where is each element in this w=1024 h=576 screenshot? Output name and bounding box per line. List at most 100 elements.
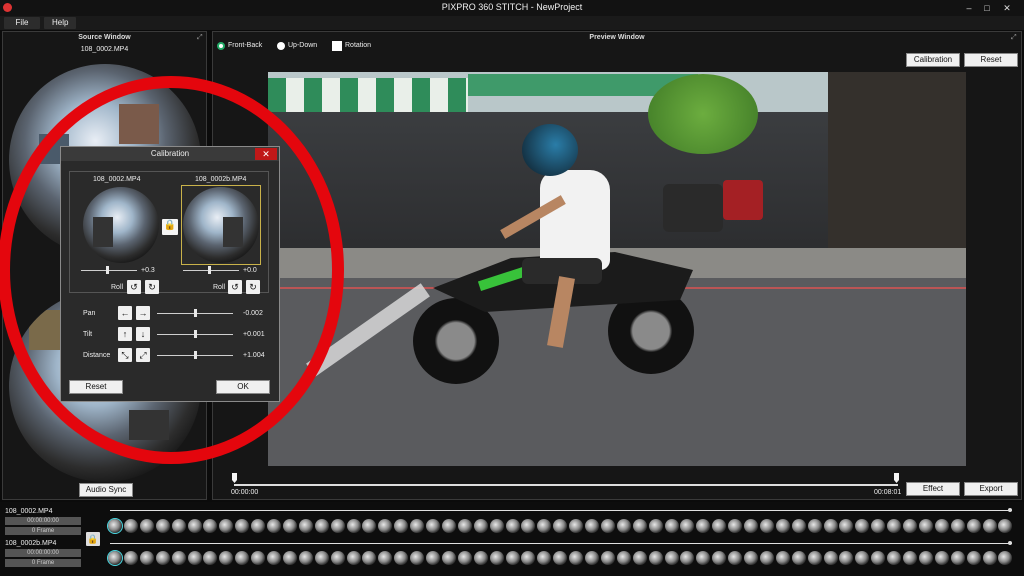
frame-thumbnail[interactable] <box>632 519 647 533</box>
tilt-slider-thumb[interactable] <box>194 330 197 338</box>
right-slider-thumb[interactable] <box>208 266 211 274</box>
frame-thumbnail[interactable] <box>759 551 774 565</box>
frame-thumbnail[interactable] <box>744 519 758 533</box>
frame-thumbnail[interactable] <box>950 519 965 533</box>
calibration-reset-button[interactable]: Reset <box>69 380 123 394</box>
frame-thumbnail[interactable] <box>426 551 440 565</box>
frame-thumbnail[interactable] <box>982 551 997 565</box>
expand-icon[interactable]: ⤢ <box>136 348 150 362</box>
frame-thumbnail[interactable] <box>378 519 393 533</box>
current-frame-thumbnail[interactable] <box>107 518 123 534</box>
frame-thumbnail[interactable] <box>505 551 520 565</box>
rotate-cw-icon[interactable]: ↻ <box>246 280 260 294</box>
frame-thumbnail[interactable] <box>775 551 790 565</box>
frame-thumbnail[interactable] <box>600 519 615 533</box>
frame-thumbnail[interactable] <box>537 551 552 565</box>
frame-thumbnail[interactable] <box>966 551 981 565</box>
frame-thumbnail[interactable] <box>632 551 647 565</box>
frame-thumbnail[interactable] <box>934 551 949 565</box>
frame-thumbnail[interactable] <box>966 519 981 533</box>
frame-thumbnail[interactable] <box>378 551 393 565</box>
frame-thumbnail[interactable] <box>394 519 409 533</box>
frame-thumbnail[interactable] <box>569 519 584 533</box>
expand-icon[interactable]: ⤢ <box>1011 34 1017 42</box>
frame-thumbnail[interactable] <box>680 519 695 533</box>
frame-thumbnail[interactable] <box>298 551 313 565</box>
frame-thumbnail[interactable] <box>871 551 886 565</box>
frame-thumbnail[interactable] <box>282 519 297 533</box>
frame-thumbnail[interactable] <box>171 519 186 533</box>
rotate-cw-icon[interactable]: ↻ <box>145 280 159 294</box>
track2-thumbnails[interactable] <box>107 550 1019 568</box>
frame-thumbnail[interactable] <box>346 551 361 565</box>
frame-thumbnail[interactable] <box>759 519 774 533</box>
frame-thumbnail[interactable] <box>457 519 472 533</box>
arrow-down-icon[interactable]: ↓ <box>136 327 150 341</box>
lock-icon[interactable]: 🔒 <box>162 219 178 235</box>
frame-thumbnail[interactable] <box>887 551 902 565</box>
frame-thumbnail[interactable] <box>648 519 663 533</box>
frame-thumbnail[interactable] <box>664 519 679 533</box>
menu-help[interactable]: Help <box>44 17 76 29</box>
frame-thumbnail[interactable] <box>489 519 504 533</box>
frame-thumbnail[interactable] <box>934 519 949 533</box>
frame-thumbnail[interactable] <box>585 551 599 565</box>
frame-thumbnail[interactable] <box>616 551 631 565</box>
frame-thumbnail[interactable] <box>298 519 313 533</box>
frame-thumbnail[interactable] <box>696 551 711 565</box>
calibration-close-button[interactable]: ✕ <box>255 148 277 160</box>
expand-icon[interactable]: ⤢ <box>197 34 203 42</box>
frame-thumbnail[interactable] <box>330 519 345 533</box>
front-back-radio[interactable] <box>217 42 225 50</box>
frame-thumbnail[interactable] <box>791 551 806 565</box>
frame-thumbnail[interactable] <box>251 551 266 565</box>
frame-thumbnail[interactable] <box>410 519 425 533</box>
pan-slider-thumb[interactable] <box>194 309 197 317</box>
frame-thumbnail[interactable] <box>855 519 870 533</box>
frame-thumbnail[interactable] <box>664 551 679 565</box>
minimize-button[interactable]: – <box>962 3 976 13</box>
frame-thumbnail[interactable] <box>855 551 870 565</box>
arrow-right-icon[interactable]: → <box>136 306 150 320</box>
frame-thumbnail[interactable] <box>521 519 536 533</box>
frame-thumbnail[interactable] <box>187 519 202 533</box>
rotate-ccw-icon[interactable]: ↺ <box>127 280 141 294</box>
frame-thumbnail[interactable] <box>775 519 790 533</box>
frame-thumbnail[interactable] <box>489 551 504 565</box>
frame-thumbnail[interactable] <box>712 551 727 565</box>
frame-thumbnail[interactable] <box>155 551 170 565</box>
frame-thumbnail[interactable] <box>362 551 377 565</box>
frame-thumbnail[interactable] <box>537 519 552 533</box>
frame-thumbnail[interactable] <box>505 519 520 533</box>
arrow-left-icon[interactable]: ← <box>118 306 132 320</box>
left-slider-thumb[interactable] <box>106 266 109 274</box>
rotation-checkbox[interactable] <box>332 41 342 51</box>
frame-thumbnail[interactable] <box>950 551 965 565</box>
frame-thumbnail[interactable] <box>457 551 472 565</box>
frame-thumbnail[interactable] <box>521 551 536 565</box>
scrub-start-handle[interactable] <box>232 473 237 483</box>
track-lock-icon[interactable]: 🔒 <box>86 532 100 546</box>
frame-thumbnail[interactable] <box>871 519 886 533</box>
frame-thumbnail[interactable] <box>330 551 345 565</box>
frame-thumbnail[interactable] <box>585 519 599 533</box>
frame-thumbnail[interactable] <box>473 519 488 533</box>
frame-thumbnail[interactable] <box>823 519 838 533</box>
frame-thumbnail[interactable] <box>426 519 440 533</box>
frame-thumbnail[interactable] <box>712 519 727 533</box>
export-button[interactable]: Export <box>964 482 1018 496</box>
current-frame-thumbnail[interactable] <box>107 550 123 566</box>
frame-thumbnail[interactable] <box>314 551 329 565</box>
effect-button[interactable]: Effect <box>906 482 960 496</box>
frame-thumbnail[interactable] <box>203 551 218 565</box>
frame-thumbnail[interactable] <box>903 551 917 565</box>
frame-thumbnail[interactable] <box>123 519 138 533</box>
frame-thumbnail[interactable] <box>648 551 663 565</box>
frame-thumbnail[interactable] <box>267 551 281 565</box>
frame-thumbnail[interactable] <box>410 551 425 565</box>
frame-thumbnail[interactable] <box>839 551 854 565</box>
frame-thumbnail[interactable] <box>123 551 138 565</box>
frame-thumbnail[interactable] <box>219 519 234 533</box>
frame-thumbnail[interactable] <box>553 551 568 565</box>
frame-thumbnail[interactable] <box>887 519 902 533</box>
